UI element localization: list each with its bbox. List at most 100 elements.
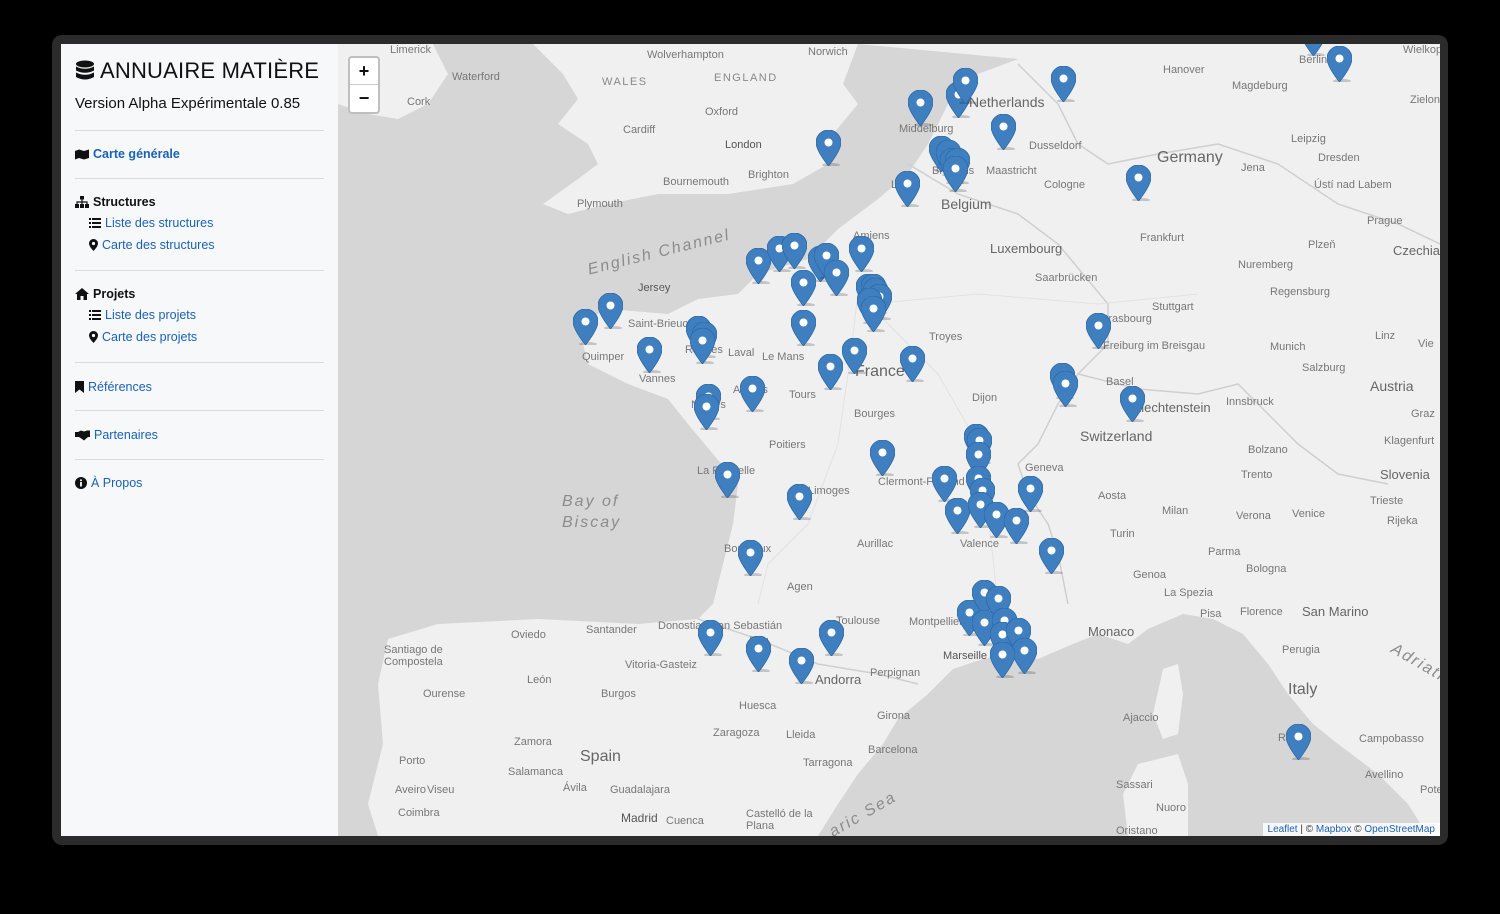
map-marker-icon[interactable] <box>790 269 816 307</box>
map-marker-icon[interactable] <box>823 259 849 297</box>
map-label: Cuenca <box>666 815 704 827</box>
map-marker-icon[interactable] <box>818 619 844 657</box>
map-label: Poitiers <box>769 439 806 451</box>
map-marker-icon[interactable] <box>1085 312 1111 350</box>
map-label: Freiburg im Breisgau <box>1103 340 1206 352</box>
nav-partenaires[interactable]: Partenaires <box>75 428 158 442</box>
map-marker-icon[interactable] <box>841 337 867 375</box>
nav-carte-structures[interactable]: Carte des structures <box>89 238 215 252</box>
map-marker-icon[interactable] <box>944 497 970 535</box>
map-marker-icon[interactable] <box>739 375 765 413</box>
map-marker-icon[interactable] <box>899 345 925 383</box>
map-label: Nuremberg <box>1238 259 1294 271</box>
attribution-sep: © <box>1351 824 1365 835</box>
map-marker-icon[interactable] <box>907 89 933 127</box>
map-marker-icon[interactable] <box>1326 45 1352 83</box>
map-marker-icon[interactable] <box>989 641 1015 679</box>
map-marker-icon[interactable] <box>869 439 895 477</box>
map-label: Parma <box>1208 546 1241 558</box>
zoom-out-button[interactable]: − <box>350 85 378 111</box>
map-marker-icon[interactable] <box>815 129 841 167</box>
map-marker-icon[interactable] <box>952 67 978 105</box>
bookmark-icon <box>75 381 84 393</box>
map-marker-icon[interactable] <box>790 309 816 347</box>
nav-a-propos[interactable]: À Propos <box>75 476 142 490</box>
map-label: Ourense <box>423 688 466 700</box>
nav-carte-projets[interactable]: Carte des projets <box>89 330 197 344</box>
map-label: Le Mans <box>762 351 805 363</box>
map-marker-icon[interactable] <box>817 353 843 391</box>
map-marker-icon[interactable] <box>1052 370 1078 408</box>
map-label: London <box>725 139 762 151</box>
app-brand[interactable]: ANNUAIRE MATIÈRE <box>75 58 319 84</box>
divider <box>75 270 324 271</box>
map-label: Innsbruck <box>1226 396 1274 408</box>
map-marker-icon[interactable] <box>942 155 968 193</box>
map-marker-icon[interactable] <box>745 635 771 673</box>
map-label: Bolzano <box>1248 444 1288 456</box>
map-label: Nuoro <box>1156 802 1186 814</box>
map-marker-icon[interactable] <box>1301 44 1326 57</box>
map-label: Aurillac <box>857 538 894 550</box>
map-label: Cardiff <box>623 124 656 136</box>
map-label: Prague <box>1367 215 1403 227</box>
map-label: Saarbrücken <box>1035 272 1098 284</box>
map-label: Austria <box>1370 378 1414 394</box>
osm-link[interactable]: OpenStreetMap <box>1364 824 1435 835</box>
nav-references[interactable]: Références <box>75 380 152 394</box>
map-label: Troyes <box>929 331 963 343</box>
map-marker-icon[interactable] <box>894 170 920 208</box>
map-label: Oviedo <box>511 629 546 641</box>
map-view[interactable]: WALES ENGLAND English Channel Bay of Bis… <box>338 44 1440 836</box>
map-label: Andorra <box>815 672 862 687</box>
attribution-sep: | © <box>1297 824 1316 835</box>
map-label: Avellino <box>1365 769 1404 781</box>
map-marker-icon[interactable] <box>786 483 812 521</box>
map-label: Laval <box>728 347 755 359</box>
map-marker-icon[interactable] <box>572 308 598 346</box>
map-marker-icon[interactable] <box>636 336 662 374</box>
map-label: Bourges <box>854 408 895 420</box>
map-marker-icon[interactable] <box>597 292 623 330</box>
map-label: Vannes <box>639 373 676 385</box>
map-marker-icon[interactable] <box>1125 164 1151 202</box>
map-marker-icon[interactable] <box>931 465 957 503</box>
map-marker-icon[interactable] <box>1285 723 1311 761</box>
zoom-in-button[interactable]: + <box>350 58 378 85</box>
nav-liste-projets[interactable]: Liste des projets <box>89 308 196 322</box>
map-marker-icon[interactable] <box>689 327 715 365</box>
nav-liste-structures[interactable]: Liste des structures <box>89 216 213 230</box>
map-marker-icon[interactable] <box>714 461 740 499</box>
map-marker-icon[interactable] <box>990 113 1016 151</box>
map-label: Norwich <box>808 46 848 58</box>
map-marker-icon[interactable] <box>788 647 814 685</box>
map-marker-icon[interactable] <box>1017 475 1043 513</box>
map-label: Regensburg <box>1270 286 1330 298</box>
mapbox-link[interactable]: Mapbox <box>1316 824 1352 835</box>
map-marker-icon[interactable] <box>693 393 719 431</box>
map-label: Vie <box>1418 338 1434 350</box>
map-label: Bay of <box>562 493 620 510</box>
map-marker-icon[interactable] <box>737 539 763 577</box>
map-marker-icon[interactable] <box>697 619 723 657</box>
map-marker-icon[interactable] <box>1038 537 1064 575</box>
map-label: Santiago de Compostela <box>384 644 443 668</box>
nav-carte-projets-label: Carte des projets <box>102 330 198 344</box>
map-marker-icon[interactable] <box>860 295 886 333</box>
map-label: Plzeň <box>1308 239 1336 251</box>
map-marker-icon[interactable] <box>1050 65 1076 103</box>
map-label: Slovenia <box>1380 467 1430 482</box>
map-label: Geneva <box>1025 462 1064 474</box>
map-marker-icon[interactable] <box>781 232 807 270</box>
map-marker-icon[interactable] <box>1003 507 1029 545</box>
sidebar: ANNUAIRE MATIÈRE Version Alpha Expérimen… <box>61 44 339 836</box>
map-label: Bournemouth <box>663 176 730 188</box>
nav-carte-generale[interactable]: Carte générale <box>75 147 180 161</box>
map-marker-icon[interactable] <box>1011 637 1037 675</box>
nav-carte-generale-label: Carte générale <box>93 147 180 161</box>
map-marker-icon[interactable] <box>1119 385 1145 423</box>
map-label: Frankfurt <box>1140 232 1185 244</box>
list-icon <box>89 310 101 320</box>
map-marker-icon[interactable] <box>848 235 874 273</box>
leaflet-link[interactable]: Leaflet <box>1268 824 1298 835</box>
